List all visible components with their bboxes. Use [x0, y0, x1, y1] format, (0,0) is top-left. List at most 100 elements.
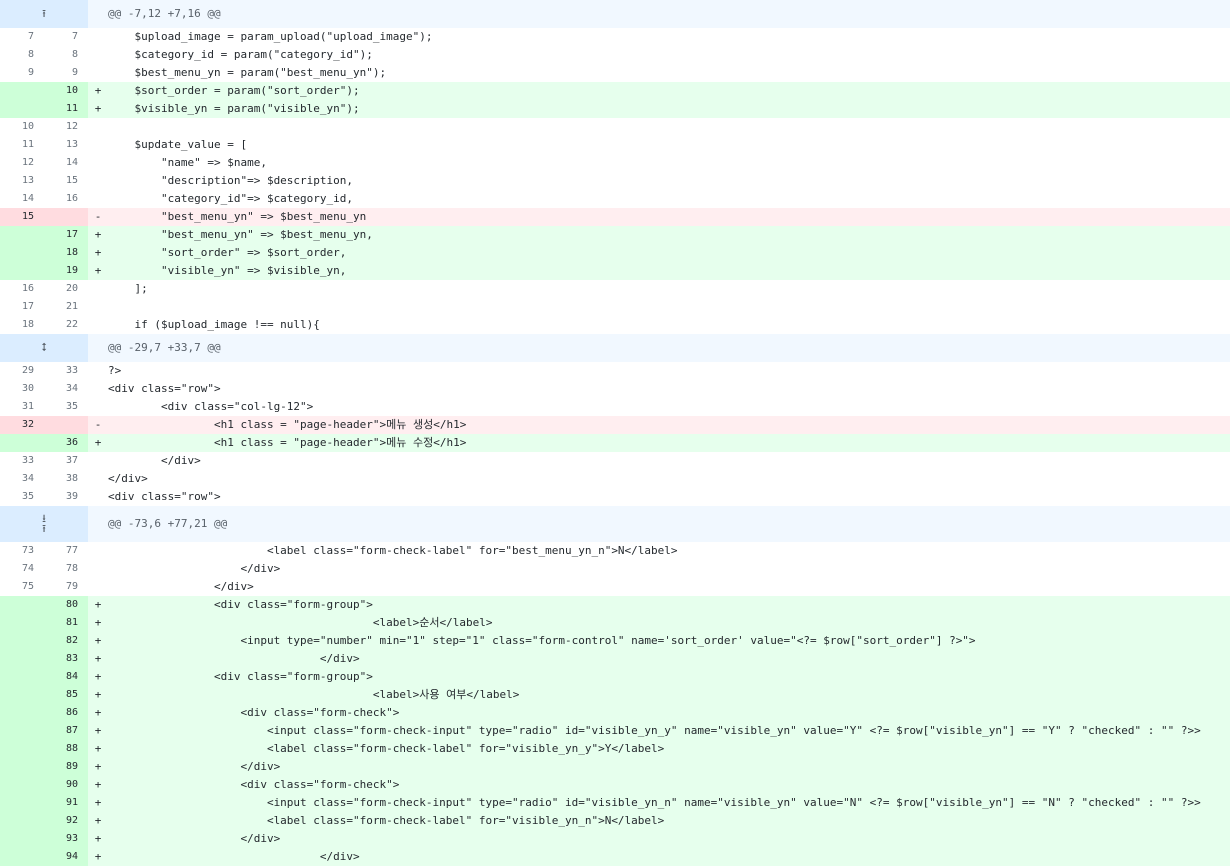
old-line-number[interactable] [0, 776, 44, 794]
old-line-number[interactable]: 74 [0, 560, 44, 578]
old-line-number[interactable] [0, 596, 44, 614]
code-text: </div> [108, 562, 281, 575]
old-line-number[interactable] [0, 794, 44, 812]
new-line-number[interactable]: 33 [44, 362, 88, 380]
old-line-number[interactable] [0, 244, 44, 262]
old-line-number[interactable] [0, 262, 44, 280]
new-line-number[interactable]: 8 [44, 46, 88, 64]
code-text: ?> [108, 364, 122, 377]
old-line-number[interactable]: 8 [0, 46, 44, 64]
new-line-number[interactable]: 35 [44, 398, 88, 416]
new-line-number[interactable]: 7 [44, 28, 88, 46]
old-line-number[interactable] [0, 704, 44, 722]
old-line-number[interactable]: 10 [0, 118, 44, 136]
old-line-number[interactable] [0, 434, 44, 452]
old-line-number[interactable]: 75 [0, 578, 44, 596]
new-line-number[interactable]: 14 [44, 154, 88, 172]
old-line-number[interactable]: 32 [0, 416, 44, 434]
new-line-number[interactable]: 86 [44, 704, 88, 722]
new-line-number[interactable]: 81 [44, 614, 88, 632]
new-line-number[interactable]: 93 [44, 830, 88, 848]
new-line-number[interactable]: 80 [44, 596, 88, 614]
new-line-number[interactable]: 85 [44, 686, 88, 704]
new-line-number[interactable]: 79 [44, 578, 88, 596]
old-line-number[interactable] [0, 740, 44, 758]
old-line-number[interactable] [0, 812, 44, 830]
old-line-number[interactable]: 14 [0, 190, 44, 208]
old-line-number[interactable]: 17 [0, 298, 44, 316]
new-line-number[interactable]: 37 [44, 452, 88, 470]
new-line-number[interactable]: 17 [44, 226, 88, 244]
new-line-number[interactable]: 36 [44, 434, 88, 452]
new-line-number[interactable]: 89 [44, 758, 88, 776]
code-text: <label>사용 여부</label> [108, 688, 520, 701]
new-line-number[interactable]: 90 [44, 776, 88, 794]
new-line-number[interactable]: 94 [44, 848, 88, 866]
code-text: $visible_yn = param("visible_yn"); [108, 102, 360, 115]
new-line-number[interactable]: 39 [44, 488, 88, 506]
new-line-number[interactable]: 78 [44, 560, 88, 578]
new-line-number[interactable]: 83 [44, 650, 88, 668]
new-line-number[interactable]: 16 [44, 190, 88, 208]
code-text: "best_menu_yn" => $best_menu_yn [108, 210, 367, 223]
old-line-number[interactable]: 16 [0, 280, 44, 298]
old-line-number[interactable]: 13 [0, 172, 44, 190]
old-line-number[interactable] [0, 632, 44, 650]
old-line-number[interactable] [0, 650, 44, 668]
old-line-number[interactable] [0, 722, 44, 740]
new-line-number[interactable]: 11 [44, 100, 88, 118]
old-line-number[interactable]: 11 [0, 136, 44, 154]
new-line-number[interactable]: 82 [44, 632, 88, 650]
old-line-number[interactable]: 29 [0, 362, 44, 380]
new-line-number[interactable] [44, 208, 88, 226]
old-line-number[interactable] [0, 668, 44, 686]
expand-up-icon[interactable]: ⭱ [0, 0, 88, 28]
new-line-number[interactable]: 87 [44, 722, 88, 740]
diff-marker [88, 64, 108, 82]
new-line-number[interactable]: 34 [44, 380, 88, 398]
old-line-number[interactable]: 12 [0, 154, 44, 172]
old-line-number[interactable]: 34 [0, 470, 44, 488]
expand-up-down-icon[interactable]: ⭳ ⭱ [0, 506, 88, 542]
old-line-number[interactable]: 7 [0, 28, 44, 46]
old-line-number[interactable] [0, 758, 44, 776]
old-line-number[interactable]: 9 [0, 64, 44, 82]
new-line-number[interactable]: 12 [44, 118, 88, 136]
old-line-number[interactable] [0, 226, 44, 244]
old-line-number[interactable]: 30 [0, 380, 44, 398]
old-line-number[interactable] [0, 686, 44, 704]
old-line-number[interactable]: 18 [0, 316, 44, 334]
deleted-line: 32 - <h1 class = "page-header">메뉴 생성</h1> [0, 416, 1230, 434]
diff-marker [88, 578, 108, 596]
new-line-number[interactable]: 9 [44, 64, 88, 82]
new-line-number[interactable]: 91 [44, 794, 88, 812]
old-line-number[interactable]: 73 [0, 542, 44, 560]
new-line-number[interactable]: 21 [44, 298, 88, 316]
new-line-number[interactable]: 92 [44, 812, 88, 830]
new-line-number[interactable]: 18 [44, 244, 88, 262]
new-line-number[interactable]: 15 [44, 172, 88, 190]
old-line-number[interactable] [0, 82, 44, 100]
new-line-number[interactable]: 22 [44, 316, 88, 334]
old-line-number[interactable]: 35 [0, 488, 44, 506]
old-line-number[interactable]: 33 [0, 452, 44, 470]
old-line-number[interactable] [0, 848, 44, 866]
new-line-number[interactable]: 77 [44, 542, 88, 560]
added-line: 80 + <div class="form-group"> [0, 596, 1230, 614]
new-line-number[interactable] [44, 416, 88, 434]
new-line-number[interactable]: 20 [44, 280, 88, 298]
old-line-number[interactable] [0, 830, 44, 848]
code-text: </div> [108, 472, 148, 485]
new-line-number[interactable]: 88 [44, 740, 88, 758]
new-line-number[interactable]: 13 [44, 136, 88, 154]
old-line-number[interactable] [0, 100, 44, 118]
old-line-number[interactable]: 31 [0, 398, 44, 416]
new-line-number[interactable]: 19 [44, 262, 88, 280]
new-line-number[interactable]: 84 [44, 668, 88, 686]
old-line-number[interactable]: 15 [0, 208, 44, 226]
diff-marker: + [94, 616, 102, 629]
expand-both-icon[interactable]: ⭥ [0, 334, 88, 362]
old-line-number[interactable] [0, 614, 44, 632]
new-line-number[interactable]: 10 [44, 82, 88, 100]
new-line-number[interactable]: 38 [44, 470, 88, 488]
